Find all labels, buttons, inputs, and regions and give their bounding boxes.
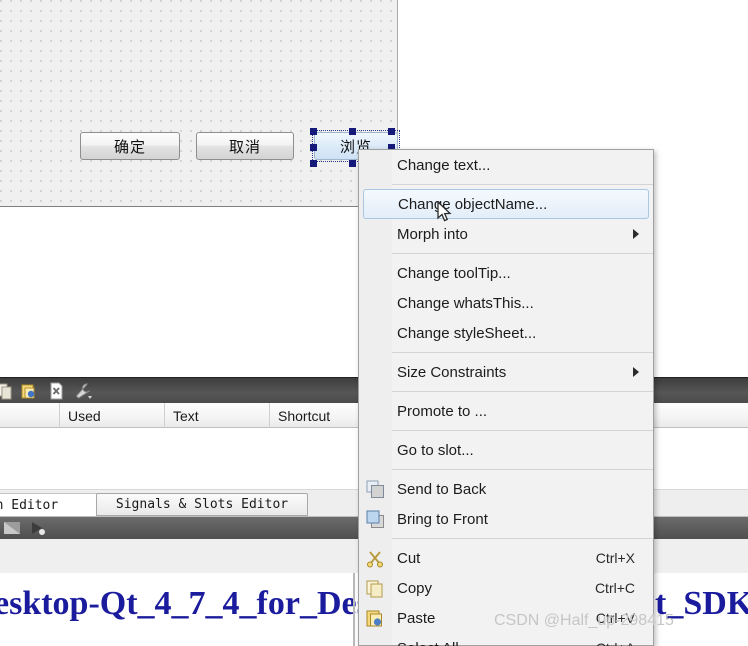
paste-icon bbox=[366, 609, 385, 628]
copy-icon bbox=[366, 579, 385, 598]
context-menu-item-label: Change objectName... bbox=[398, 195, 548, 213]
tab-action-editor[interactable]: on Editor bbox=[0, 493, 98, 516]
blank-panel bbox=[0, 208, 358, 378]
context-menu-item-copy[interactable]: Copy Ctrl+C bbox=[359, 573, 653, 603]
context-menu-item-cut[interactable]: Cut Ctrl+X bbox=[359, 543, 653, 573]
context-menu-item-send-to-back[interactable]: Send to Back bbox=[359, 474, 653, 504]
designer-form-canvas[interactable] bbox=[0, 0, 398, 207]
path-text-left: esktop-Qt_4_7_4_for_Deskt bbox=[0, 585, 401, 622]
context-menu-item-label: Cut bbox=[397, 549, 421, 567]
send-to-back-icon bbox=[366, 480, 385, 499]
wrench-icon[interactable] bbox=[74, 382, 92, 400]
form-button-ok[interactable]: 确定 bbox=[80, 132, 180, 160]
scissors-icon bbox=[366, 549, 385, 568]
delete-file-icon[interactable] bbox=[48, 382, 66, 400]
context-menu-item-select-all[interactable]: Select All Ctrl+A bbox=[359, 633, 653, 646]
context-menu-item-promote-to[interactable]: Promote to ... bbox=[359, 396, 653, 426]
resize-handle-top-right[interactable] bbox=[388, 128, 395, 135]
context-menu-item-label: Change text... bbox=[397, 156, 491, 174]
context-menu-item-label: Promote to ... bbox=[397, 402, 488, 420]
play-arrow-icon[interactable] bbox=[28, 520, 48, 541]
copy-icon[interactable] bbox=[0, 382, 14, 400]
context-menu-item-label: Select All bbox=[397, 640, 459, 646]
context-menu-item-label: Send to Back bbox=[397, 480, 487, 498]
context-menu-item-bring-to-front[interactable]: Bring to Front bbox=[359, 504, 653, 534]
context-menu-item-morph-into[interactable]: Morph into bbox=[359, 219, 653, 249]
context-menu-item-change-text[interactable]: Change text... bbox=[359, 150, 653, 180]
tab-signals-slots-editor[interactable]: Signals & Slots Editor bbox=[96, 493, 308, 516]
context-menu-item-shortcut: Ctrl+X bbox=[595, 550, 635, 566]
table-column-header-used[interactable]: Used bbox=[60, 403, 165, 428]
table-column-header[interactable]: e bbox=[0, 403, 60, 428]
context-menu-item-label: Bring to Front bbox=[397, 510, 488, 528]
context-menu-separator bbox=[392, 469, 653, 470]
watermark-text: CSDN @Half_up-298415 bbox=[494, 612, 674, 629]
resize-handle-top-center[interactable] bbox=[349, 128, 356, 135]
context-menu-item-change-stylesheet[interactable]: Change styleSheet... bbox=[359, 318, 653, 348]
resize-handle-middle-left[interactable] bbox=[310, 144, 317, 151]
context-menu-items: Change text... Change objectName... Morph … bbox=[359, 150, 653, 646]
context-menu-item-shortcut: Ctrl+C bbox=[594, 580, 635, 596]
context-menu-separator bbox=[392, 352, 653, 353]
context-menu-item-label: Go to slot... bbox=[397, 441, 474, 459]
form-button-cancel[interactable]: 取消 bbox=[196, 132, 294, 160]
context-menu-item-label: Paste bbox=[397, 609, 436, 627]
paste-icon[interactable] bbox=[20, 382, 38, 400]
bottom-divider bbox=[353, 573, 355, 646]
chevron-right-icon bbox=[633, 229, 639, 239]
context-menu-separator bbox=[392, 184, 653, 185]
context-menu-item-shortcut: Ctrl+A bbox=[596, 640, 635, 646]
back-arrow-icon[interactable] bbox=[2, 520, 24, 541]
table-column-header-text[interactable]: Text bbox=[165, 403, 270, 428]
screenshot-root: 确定 取消 浏览 Used Text Shortcut Editor Signa… bbox=[0, 0, 748, 646]
context-menu-item-go-to-slot[interactable]: Go to slot... bbox=[359, 435, 653, 465]
context-menu[interactable]: Change text... Change objectName... Morph … bbox=[358, 149, 654, 646]
context-menu-item-change-whatsthis[interactable]: Change whatsThis... bbox=[359, 288, 653, 318]
context-menu-item-label: Copy bbox=[397, 579, 433, 597]
context-menu-separator bbox=[392, 253, 653, 254]
context-menu-separator bbox=[392, 538, 653, 539]
resize-handle-bottom-center[interactable] bbox=[349, 160, 356, 167]
context-menu-item-change-objectname[interactable]: Change objectName... bbox=[363, 189, 649, 219]
resize-handle-bottom-left[interactable] bbox=[310, 160, 317, 167]
context-menu-item-change-tooltip[interactable]: Change toolTip... bbox=[359, 258, 653, 288]
context-menu-separator bbox=[392, 430, 653, 431]
context-menu-item-label: Change whatsThis... bbox=[397, 294, 534, 312]
context-menu-separator bbox=[392, 391, 653, 392]
context-menu-item-label: Morph into bbox=[397, 225, 468, 243]
context-menu-item-label: Change styleSheet... bbox=[397, 324, 537, 342]
chevron-right-icon bbox=[633, 367, 639, 377]
bring-to-front-icon bbox=[366, 510, 385, 529]
context-menu-item-label: Change toolTip... bbox=[397, 264, 511, 282]
context-menu-item-label: Size Constraints bbox=[397, 363, 507, 381]
context-menu-item-size-constraints[interactable]: Size Constraints bbox=[359, 357, 653, 387]
resize-handle-top-left[interactable] bbox=[310, 128, 317, 135]
